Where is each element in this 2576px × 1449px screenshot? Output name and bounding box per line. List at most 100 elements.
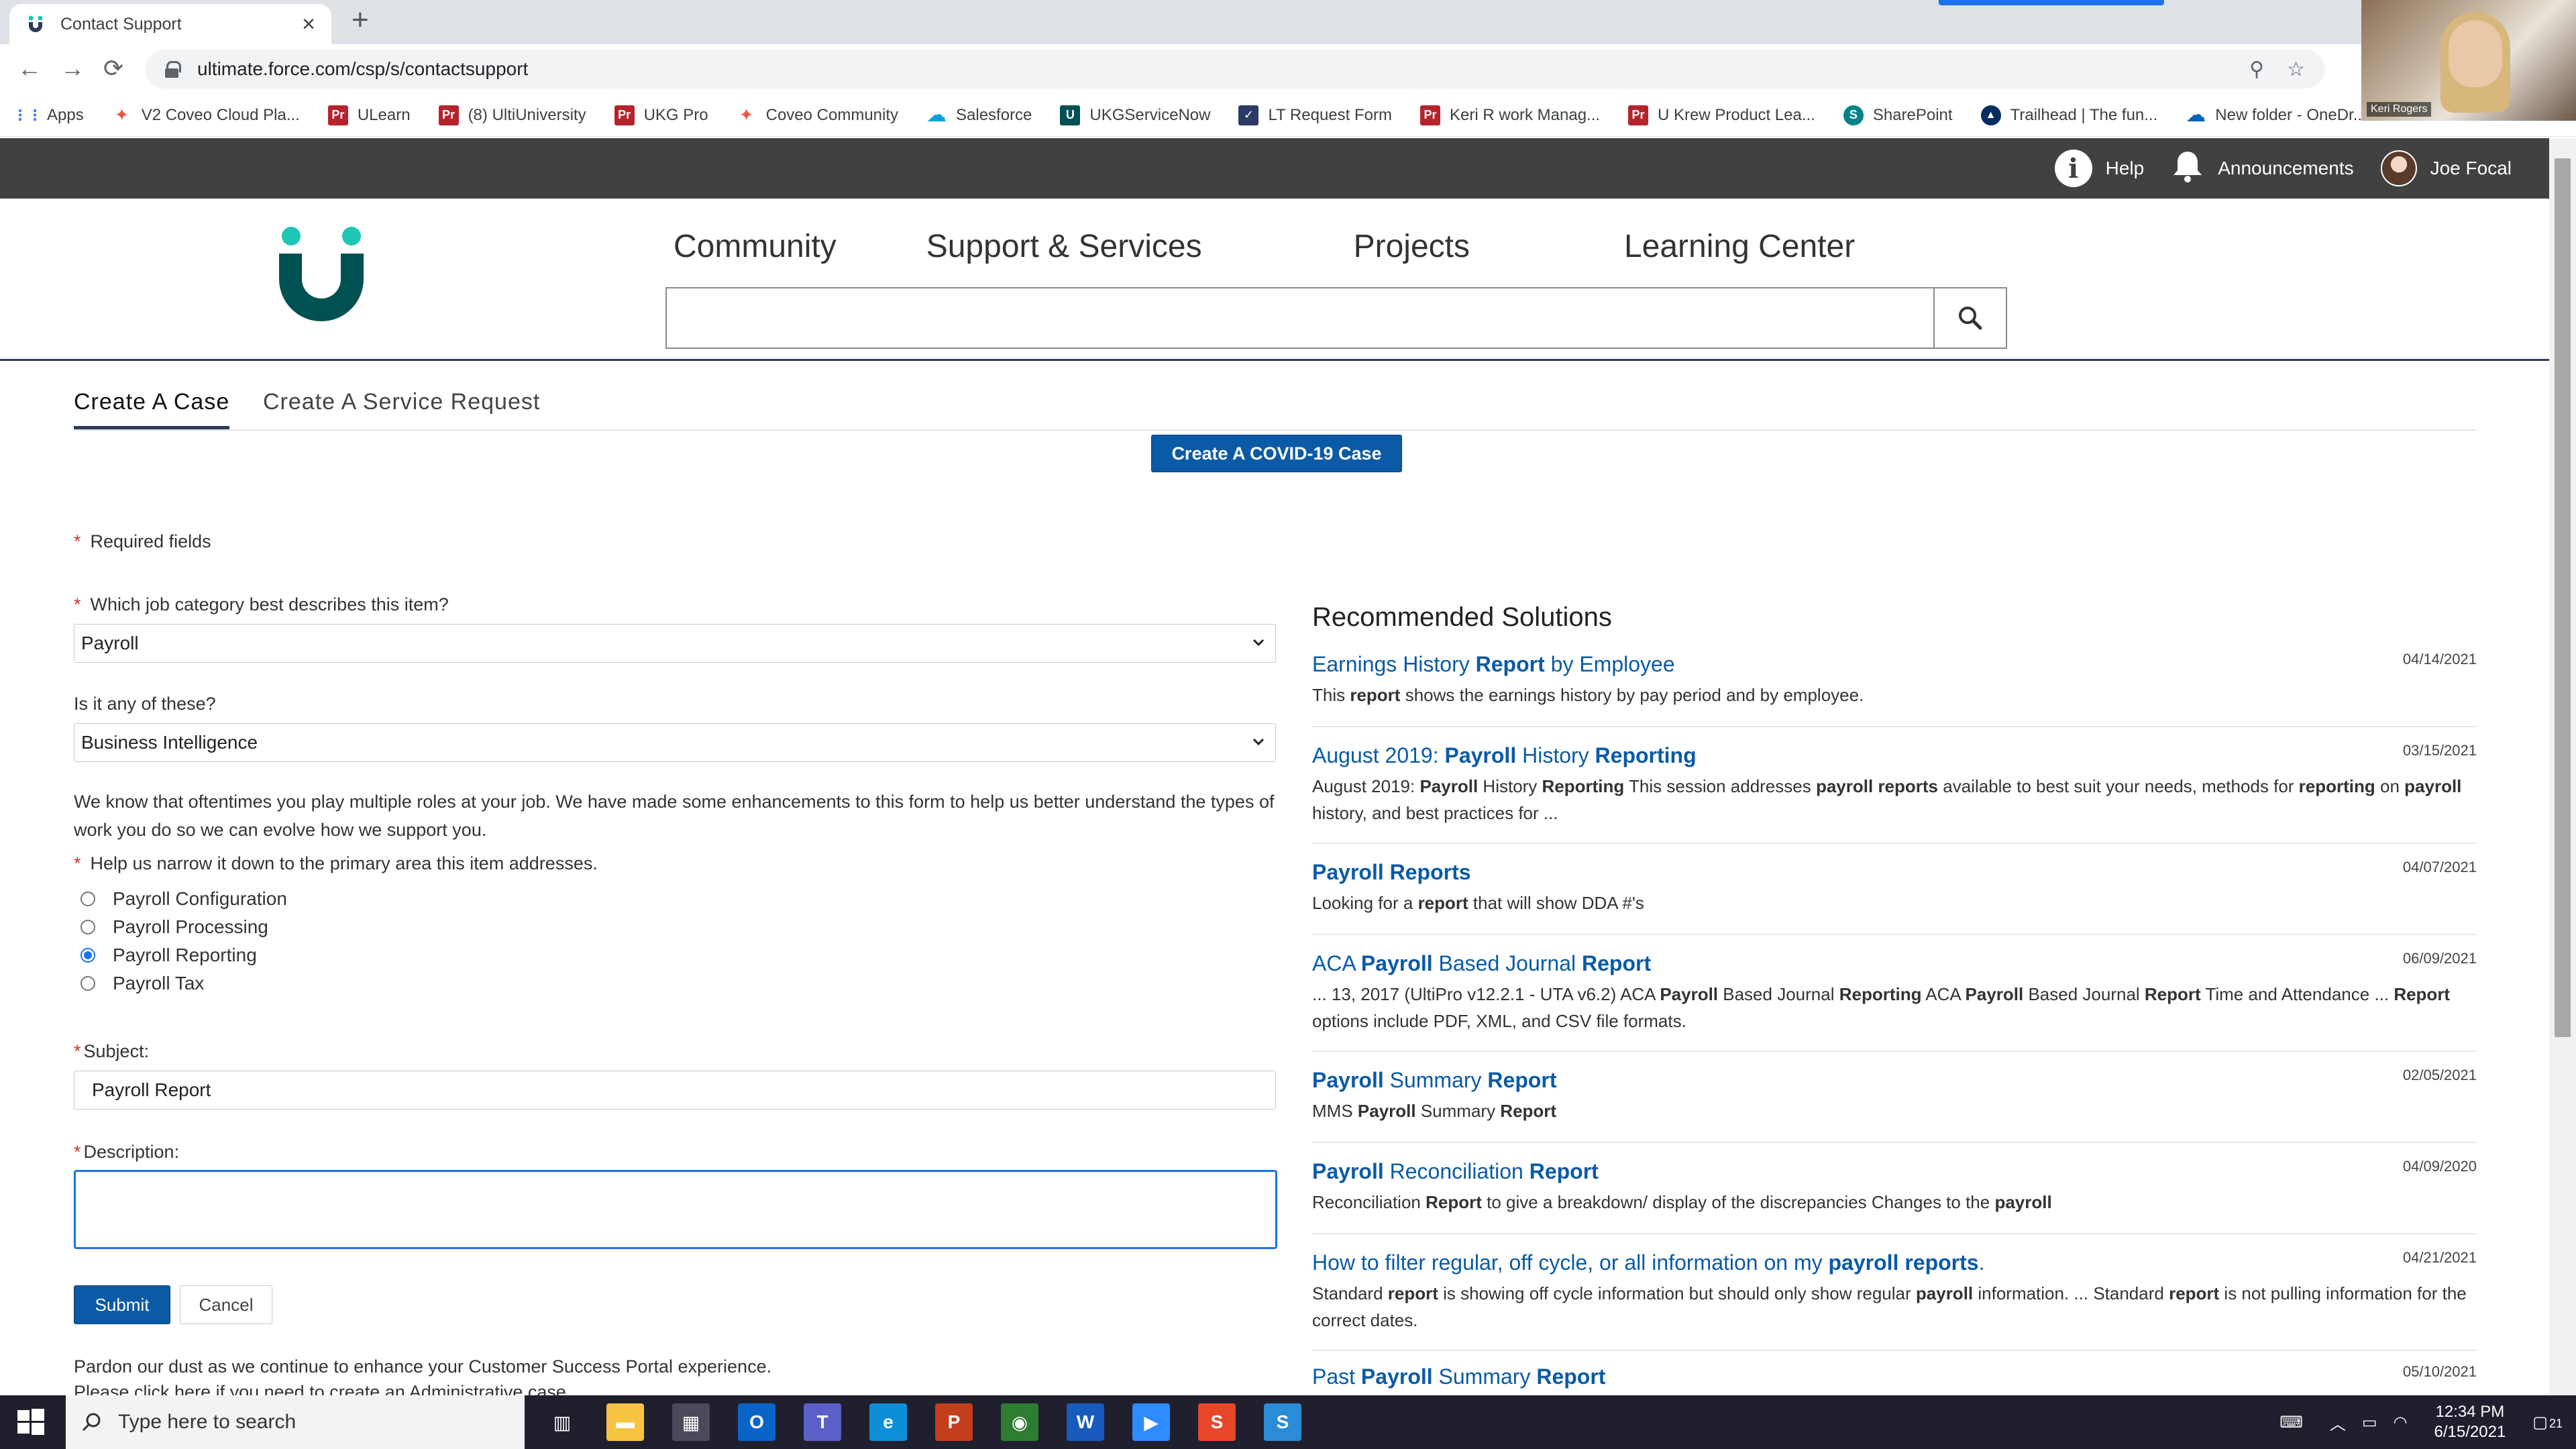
bookmark-item[interactable]: U UKGServiceNow <box>1060 105 1210 125</box>
bookmark-item[interactable]: ▲ Trailhead | The fun... <box>1980 105 2157 125</box>
user-menu[interactable]: Joe Focal <box>2380 150 2512 186</box>
tab-create-case[interactable]: Create A Case <box>74 389 230 429</box>
bookmark-item[interactable]: Pr UKG Pro <box>614 105 708 125</box>
any-of-these-label: Is it any of these? <box>74 694 216 714</box>
solution-title-link[interactable]: Payroll Reports <box>1312 859 2477 885</box>
forward-arrow-icon[interactable]: → <box>60 56 85 80</box>
bookmark-item[interactable]: ✦ V2 Coveo Cloud Pla... <box>112 105 300 125</box>
radio-option[interactable]: Payroll Processing <box>80 916 268 938</box>
recommended-solution-item: August 2019: Payroll History Reporting Au… <box>1312 742 2477 844</box>
solution-date: 04/09/2020 <box>2402 1158 2477 1175</box>
url-field[interactable]: ultimate.force.com/csp/s/contactsupport … <box>145 50 2325 89</box>
recommended-solutions-title: Recommended Solutions <box>1312 602 1612 632</box>
main-nav: Community Support & Services Projects Learn… <box>674 228 1855 265</box>
reload-icon[interactable]: ⟳ <box>103 56 123 80</box>
edge-icon[interactable]: e <box>869 1403 907 1441</box>
webcam-name: Keri Rogers <box>2367 102 2432 117</box>
radio-option[interactable]: Payroll Reporting <box>80 945 257 966</box>
solution-date: 04/07/2021 <box>2402 859 2477 875</box>
solution-date: 04/14/2021 <box>2402 651 2477 667</box>
zoom-icon[interactable]: ⚲ <box>2249 58 2264 81</box>
word-icon[interactable]: W <box>1067 1403 1104 1441</box>
radio-button-icon[interactable] <box>80 892 95 906</box>
cancel-button[interactable]: Cancel <box>180 1285 272 1324</box>
bookmark-item[interactable]: ✓ LT Request Form <box>1238 105 1392 125</box>
bookmark-item[interactable]: Pr (8) UltiUniversity <box>438 105 586 125</box>
powerpoint-icon[interactable]: P <box>935 1403 973 1441</box>
solution-description: August 2019: Payroll History Reporting T… <box>1312 776 2462 823</box>
main-header: Community Support & Services Projects Learn… <box>0 199 2549 361</box>
file-explorer-icon[interactable]: ▬ <box>606 1403 644 1441</box>
calculator-icon[interactable]: ▦ <box>672 1403 710 1441</box>
narrow-label: * Help us narrow it down to the primary a… <box>74 853 598 873</box>
solution-description: This report shows the earnings history b… <box>1312 685 1864 705</box>
radio-button-icon[interactable] <box>80 948 95 963</box>
clock[interactable]: 12:34 PM 6/15/2021 <box>2434 1402 2506 1442</box>
solution-description: ... 13, 2017 (UltiPro v12.2.1 - UTA v6.2… <box>1312 984 2451 1031</box>
solution-title-link[interactable]: Earnings History Report by Employee <box>1312 651 2477 678</box>
taskbar-search[interactable]: Type here to search <box>66 1395 525 1449</box>
solution-title-link[interactable]: Past Payroll Summary Report <box>1312 1363 2477 1390</box>
wifi-icon[interactable]: ◠ <box>2394 1413 2408 1432</box>
bookmark-item[interactable]: Pr ULearn <box>327 105 411 125</box>
task-view-icon[interactable]: ▥ <box>543 1403 581 1441</box>
bookmark-item[interactable]: ✦ Coveo Community <box>737 105 898 125</box>
chevron-up-icon[interactable]: ︿ <box>2330 1411 2346 1434</box>
skype-icon[interactable]: S <box>1264 1403 1301 1441</box>
description-textarea[interactable] <box>74 1170 1277 1249</box>
radio-option[interactable]: Payroll Tax <box>80 973 204 994</box>
outlook-icon[interactable]: O <box>738 1403 775 1441</box>
solution-title-link[interactable]: Payroll Summary Report <box>1312 1067 2477 1093</box>
announcements-link[interactable]: Announcements <box>2171 149 2354 189</box>
close-tab-icon[interactable]: × <box>302 13 315 36</box>
teams-icon[interactable]: T <box>804 1403 841 1441</box>
notification-icon[interactable]: ▢ 21 <box>2532 1413 2563 1432</box>
radio-button-icon[interactable] <box>80 976 95 991</box>
keyboard-icon[interactable]: ⌨ <box>2279 1413 2303 1432</box>
recommended-solution-item: Earnings History Report by Employee This … <box>1312 651 2477 727</box>
bookmark-item[interactable]: Pr U Krew Product Lea... <box>1628 105 1815 125</box>
radio-button-icon[interactable] <box>80 920 95 934</box>
subject-input[interactable]: Payroll Report <box>74 1071 1276 1110</box>
help-link[interactable]: i Help <box>2054 150 2144 187</box>
pr-icon: Pr <box>438 105 459 125</box>
main-nav-item[interactable]: Learning Center <box>1624 228 1855 265</box>
bookmark-item[interactable]: ⋮⋮ Apps <box>13 105 84 125</box>
snagit-icon[interactable]: S <box>1198 1403 1236 1441</box>
bookmark-item[interactable]: ☁ Salesforce <box>926 104 1032 126</box>
solution-description: MMS Payroll Summary Report <box>1312 1101 1557 1121</box>
url-text: ultimate.force.com/csp/s/contactsupport <box>197 58 529 79</box>
zoom-icon[interactable]: ▶ <box>1132 1403 1170 1441</box>
solution-date: 03/15/2021 <box>2402 742 2477 759</box>
subcategory-select[interactable]: Business Intelligence <box>74 723 1276 762</box>
main-nav-item[interactable]: Projects <box>1354 228 1470 265</box>
info-icon: i <box>2054 150 2092 187</box>
browser-tab[interactable]: Contact Support × <box>9 4 331 44</box>
bookmark-item[interactable]: ☁ New folder - OneDr... <box>2186 104 2366 126</box>
bookmark-item[interactable]: S SharePoint <box>1843 105 1953 125</box>
radio-option[interactable]: Payroll Configuration <box>80 888 287 910</box>
back-arrow-icon[interactable]: ← <box>17 56 42 80</box>
main-nav-item[interactable]: Support & Services <box>926 228 1202 265</box>
battery-icon[interactable]: ▭ <box>2362 1413 2377 1432</box>
ukg-logo[interactable] <box>271 223 372 323</box>
main-nav-item[interactable]: Community <box>674 228 837 265</box>
bookmark-item[interactable]: Pr Keri R work Manag... <box>1419 105 1600 125</box>
search-button[interactable] <box>1933 287 2007 349</box>
sharepoint-icon: S <box>1843 105 1864 125</box>
create-covid-case-button[interactable]: Create A COVID-19 Case <box>1151 435 1402 472</box>
chrome-icon[interactable]: ◉ <box>1001 1403 1038 1441</box>
job-category-select[interactable]: Payroll <box>74 624 1276 663</box>
solution-title-link[interactable]: How to filter regular, off cycle, or all… <box>1312 1249 2477 1276</box>
new-tab-icon[interactable]: + <box>352 5 369 35</box>
windows-start-icon[interactable] <box>16 1407 46 1437</box>
scrollbar-thumb[interactable] <box>2555 158 2571 1037</box>
tab-create-service-request[interactable]: Create A Service Request <box>263 389 540 426</box>
solution-title-link[interactable]: Payroll Reconciliation Report <box>1312 1158 2477 1185</box>
bookmark-star-icon[interactable]: ☆ <box>2287 58 2305 81</box>
site-search-input[interactable] <box>665 287 1935 349</box>
solution-title-link[interactable]: August 2019: Payroll History Reporting <box>1312 742 2477 769</box>
submit-button[interactable]: Submit <box>74 1285 170 1324</box>
solution-title-link[interactable]: ACA Payroll Based Journal Report <box>1312 950 2477 977</box>
pr-icon: Pr <box>1628 105 1649 125</box>
